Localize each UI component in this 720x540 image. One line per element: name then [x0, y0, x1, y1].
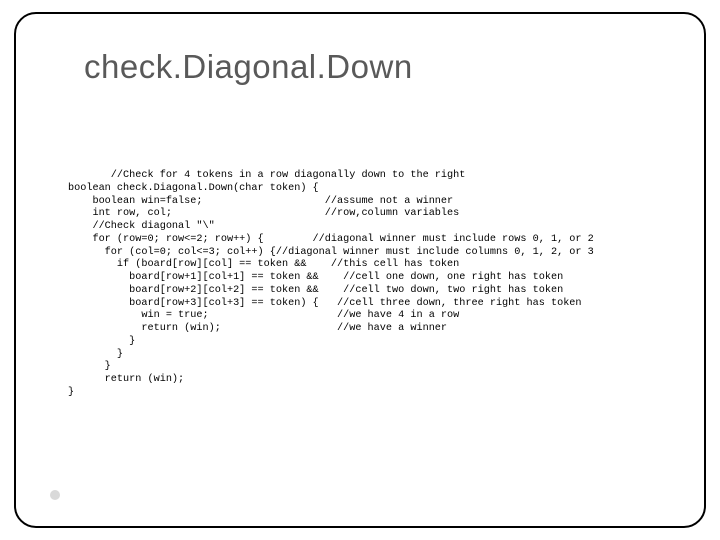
code-line: for (col=0; col<=3; col++) {//diagonal w… — [68, 247, 594, 258]
code-line: win = true; //we have 4 in a row — [68, 310, 459, 321]
code-line: for (row=0; row<=2; row++) { //diagonal … — [68, 234, 594, 245]
code-line: board[row+2][col+2] == token && //cell t… — [68, 285, 563, 296]
code-line: return (win); — [68, 374, 184, 385]
code-line: boolean win=false; //assume not a winner — [68, 196, 453, 207]
code-line: } — [68, 349, 123, 360]
code-block: //Check for 4 tokens in a row diagonally… — [68, 170, 680, 400]
code-line: if (board[row][col] == token && //this c… — [68, 259, 459, 270]
code-line: } — [68, 361, 111, 372]
code-line: } — [68, 387, 74, 398]
code-line: //Check for 4 tokens in a row diagonally… — [68, 170, 465, 181]
code-line: board[row+3][col+3] == token) { //cell t… — [68, 298, 582, 309]
code-line: } — [68, 336, 135, 347]
slide: check.Diagonal.Down //Check for 4 tokens… — [0, 0, 720, 540]
code-line: int row, col; //row,column variables — [68, 208, 459, 219]
code-line: board[row+1][col+1] == token && //cell o… — [68, 272, 563, 283]
code-line: return (win); //we have a winner — [68, 323, 447, 334]
code-line: //Check diagonal "\" — [68, 221, 215, 232]
slide-title: check.Diagonal.Down — [84, 48, 413, 86]
bullet-icon — [50, 490, 60, 500]
code-line: boolean check.Diagonal.Down(char token) … — [68, 183, 319, 194]
